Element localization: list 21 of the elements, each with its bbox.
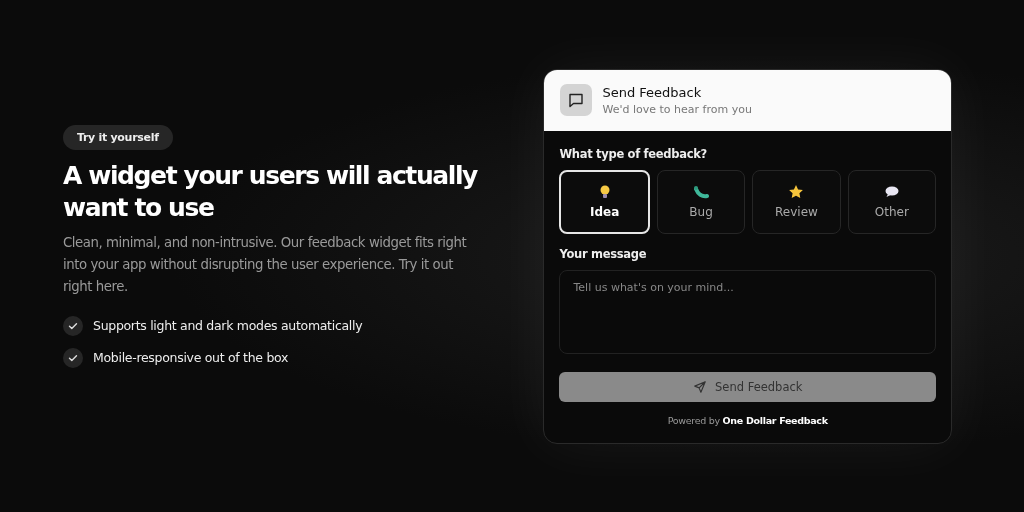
badge: Try it yourself [63, 124, 173, 150]
feedback-type-option[interactable]: Idea [559, 169, 650, 234]
feedback-type-option[interactable]: Other [847, 169, 936, 234]
check-icon [63, 315, 83, 336]
field-label: What type of feedback? [559, 146, 708, 161]
check-icon [63, 347, 83, 368]
send-icon [693, 379, 708, 394]
feature-text: Mobile-responsive out of the box [93, 350, 289, 365]
feedback-type-option[interactable]: Review [752, 169, 841, 234]
speech-bubble-icon [883, 184, 900, 200]
description: Clean, minimal, and non-intrusive. Our feedback widget fits right into your app without disrupting the user experience. Try it out right here. [63, 233, 468, 296]
message-input[interactable]: Tell us what's on your mind... [559, 269, 936, 354]
feedback-type-option[interactable]: Bug [656, 169, 746, 234]
powered-by-text: Powered by One Dollar Feedback [666, 414, 829, 426]
feature-text: Supports light and dark modes automatically [93, 318, 363, 333]
field-label: Your message [559, 246, 648, 261]
heading: A widget your users will actually want to use [63, 159, 479, 224]
widget-subtitle: We'd love to hear from you [602, 102, 752, 116]
widget-title: Send Feedback [602, 84, 703, 100]
chat-bubble-icon [560, 84, 593, 116]
star-icon [788, 184, 805, 200]
